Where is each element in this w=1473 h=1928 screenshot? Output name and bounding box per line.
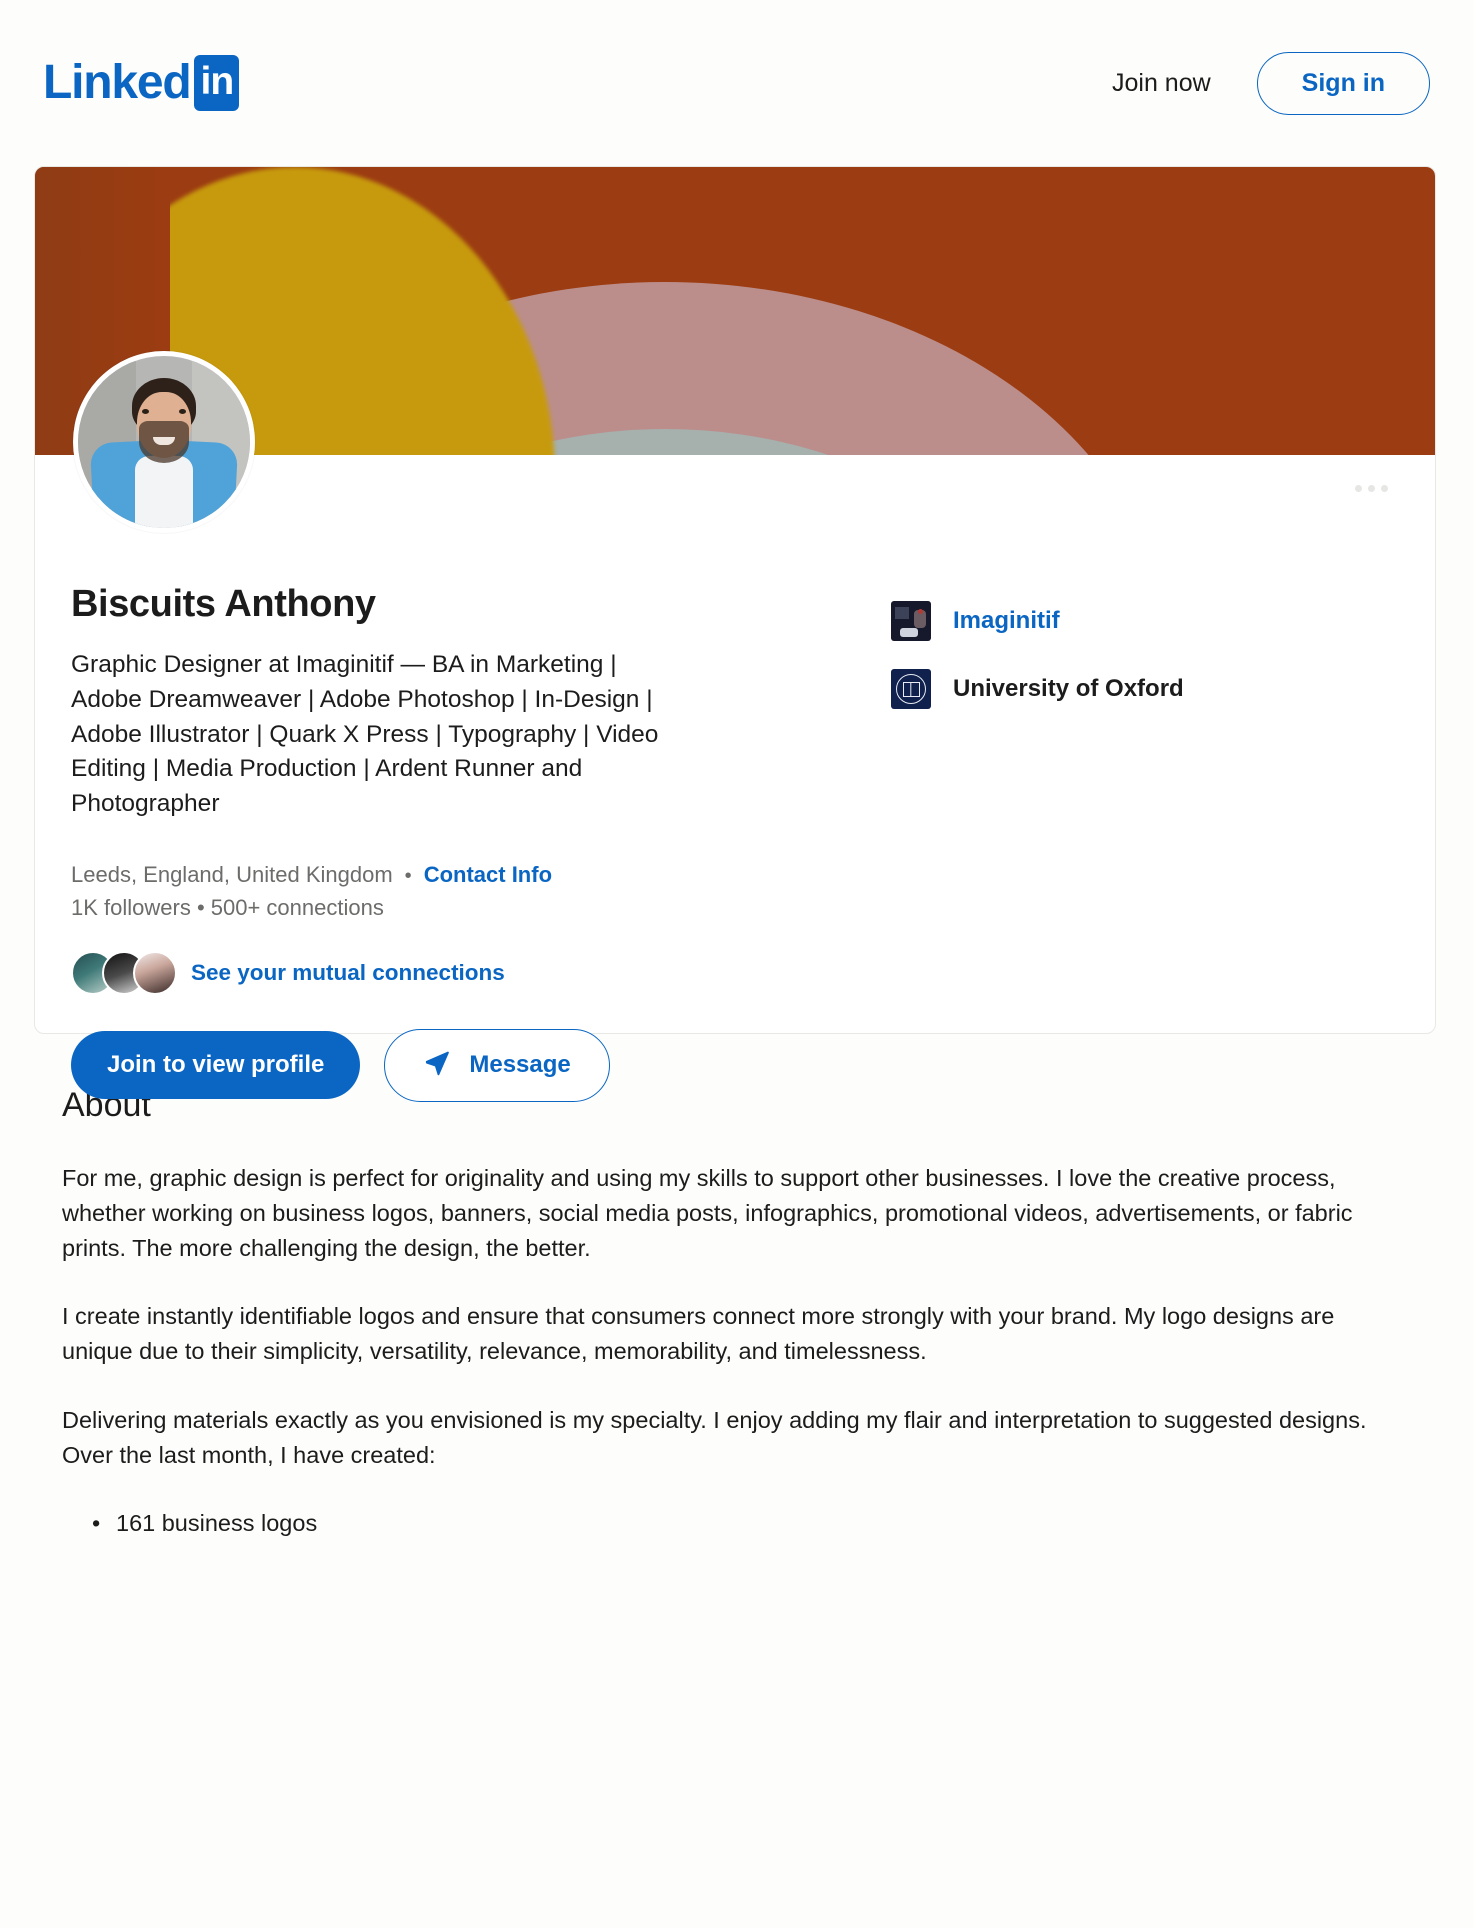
avatar[interactable] <box>73 351 255 533</box>
page-title: Biscuits Anthony <box>71 583 376 625</box>
logo-shape-c <box>900 628 918 637</box>
profile-action-buttons: Join to view profile Message <box>71 1028 771 1102</box>
affiliation-company[interactable]: Imaginitif <box>891 601 1184 641</box>
affiliation-school[interactable]: University of Oxford <box>891 669 1184 709</box>
linkedin-logo-badge: in <box>193 55 240 111</box>
message-button[interactable]: Message <box>384 1028 610 1102</box>
mutual-connection-avatars <box>71 950 177 995</box>
contact-info-link[interactable]: Contact Info <box>424 862 552 888</box>
nav-actions: Join now Sign in <box>1112 51 1430 115</box>
follower-connection-counts: 1K followers • 500+ connections <box>71 894 384 920</box>
company-logo-icon <box>891 601 931 641</box>
company-name[interactable]: Imaginitif <box>953 607 1060 635</box>
send-icon <box>423 1048 451 1083</box>
message-button-label: Message <box>469 1051 571 1079</box>
more-options-icon[interactable] <box>1355 485 1388 492</box>
join-to-view-profile-button[interactable]: Join to view profile <box>71 1031 361 1100</box>
join-now-button[interactable]: Join now <box>1112 69 1211 98</box>
about-paragraph: I create instantly identifiable logos an… <box>62 1303 1335 1365</box>
avatar-photo <box>78 356 250 528</box>
oxford-seal <box>896 674 926 704</box>
oxford-book <box>902 681 920 697</box>
profile-primary-column: Biscuits Anthony Graphic Designer at Ima… <box>71 583 771 1102</box>
sign-in-button[interactable]: Sign in <box>1256 51 1430 115</box>
top-navigation-bar: Linked in Join now Sign in <box>0 0 1473 166</box>
linkedin-logo-text: Linked <box>43 56 192 109</box>
see-mutual-connections-link[interactable]: See your mutual connections <box>191 960 505 986</box>
profile-location-row: Leeds, England, United Kingdom • Contact… <box>71 862 771 888</box>
school-logo-icon <box>891 669 931 709</box>
mutual-connections-row[interactable]: See your mutual connections <box>71 950 771 995</box>
dot-1 <box>1355 485 1362 492</box>
dot-2 <box>1368 485 1375 492</box>
profile-card-body: Biscuits Anthony Graphic Designer at Ima… <box>35 455 1435 1102</box>
dot-3 <box>1381 485 1388 492</box>
about-paragraph: Delivering materials exactly as you envi… <box>62 1406 1367 1468</box>
avatar-tshirt <box>135 456 193 528</box>
logo-shape-a <box>895 607 909 619</box>
school-name: University of Oxford <box>953 675 1184 702</box>
separator-dot: • <box>404 864 412 887</box>
profile-location: Leeds, England, United Kingdom <box>71 861 393 887</box>
profile-affiliations-column: Imaginitif University of Oxford <box>891 583 1184 1102</box>
profile-headline: Graphic Designer at Imaginitif — BA in M… <box>71 651 659 818</box>
list-item: 161 business logos <box>92 1506 1418 1542</box>
about-list: 161 business logos <box>62 1506 1418 1542</box>
linkedin-logo[interactable]: Linked in <box>43 55 240 111</box>
about-paragraph: For me, graphic design is perfect for or… <box>62 1165 1353 1261</box>
profile-card: Biscuits Anthony Graphic Designer at Ima… <box>34 166 1436 1102</box>
mutual-avatar-3 <box>133 950 177 995</box>
logo-shape-d <box>918 609 923 614</box>
about-section: About For me, graphic design is perfect … <box>0 1034 1473 1542</box>
